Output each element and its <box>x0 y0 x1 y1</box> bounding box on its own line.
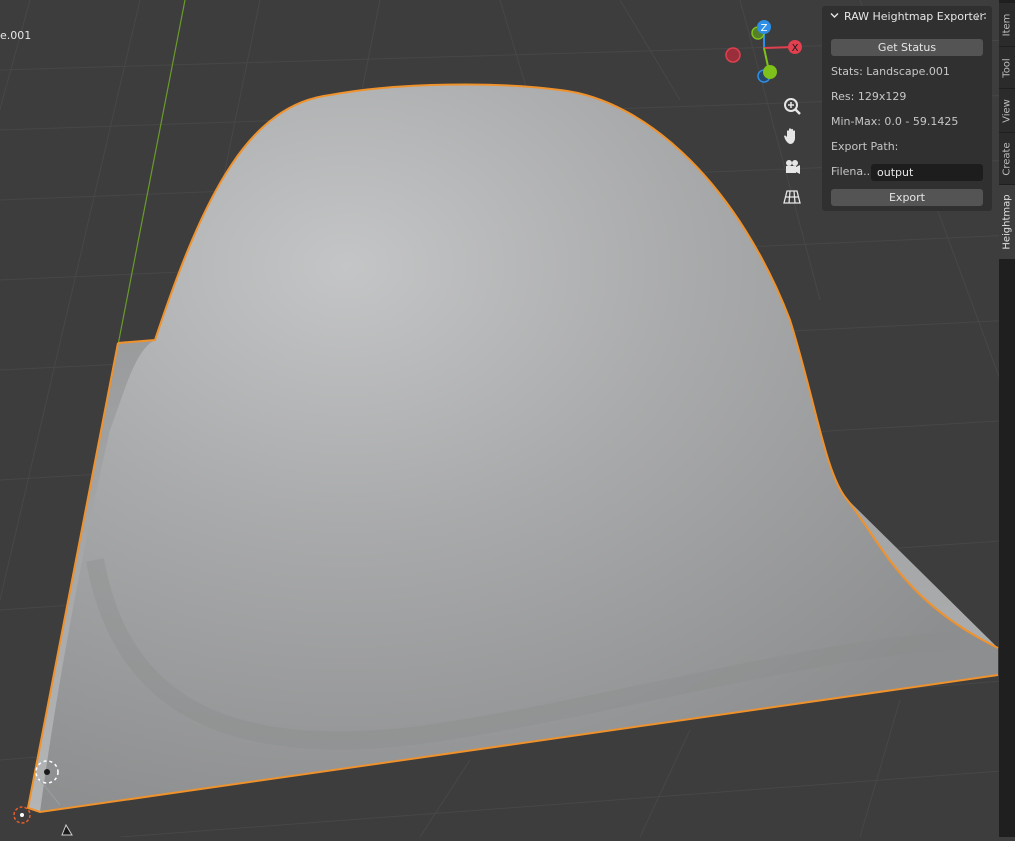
filename-input[interactable]: output <box>871 164 983 181</box>
camera-icon[interactable] <box>780 155 804 179</box>
stats-text: Stats: Landscape.001 <box>831 65 950 78</box>
hand-pan-icon[interactable] <box>780 124 804 148</box>
x-axis-label: X <box>792 43 799 54</box>
sidebar-tabs: Item Tool View Create Heightmap <box>999 0 1015 837</box>
chevron-down-icon[interactable] <box>829 10 840 21</box>
export-button[interactable]: Export <box>831 189 983 206</box>
tab-tool[interactable]: Tool <box>999 46 1015 89</box>
zoom-icon[interactable] <box>780 94 804 118</box>
get-status-button[interactable]: Get Status <box>831 39 983 56</box>
min-max-text: Min-Max: 0.0 - 59.1425 <box>831 115 959 128</box>
tab-create[interactable]: Create <box>999 132 1015 185</box>
tab-heightmap[interactable]: Heightmap <box>999 184 1015 259</box>
filename-label: Filena... <box>831 165 874 178</box>
drag-grip-icon[interactable] <box>976 13 986 19</box>
tab-heightmap-label: Heightmap <box>1001 194 1013 250</box>
tab-create-label: Create <box>1001 142 1013 176</box>
heightmap-exporter-panel: RAW Heightmap Exporter Get Status Stats:… <box>822 6 992 211</box>
tab-view[interactable]: View <box>999 88 1015 133</box>
y-axis-icon[interactable] <box>763 65 777 79</box>
z-axis-label: Z <box>761 23 768 34</box>
navigation-gizmo[interactable]: Z X <box>722 16 810 88</box>
tab-item-label: Item <box>1001 13 1013 37</box>
perspective-grid-icon[interactable] <box>780 185 804 209</box>
tab-tool-label: Tool <box>1001 58 1013 78</box>
neg-x-axis-icon[interactable] <box>725 47 741 63</box>
panel-header[interactable]: RAW Heightmap Exporter <box>822 6 992 28</box>
object-name-label: e.001 <box>0 29 32 42</box>
panel-title: RAW Heightmap Exporter <box>844 10 985 23</box>
tab-view-label: View <box>1001 99 1013 123</box>
export-path-label: Export Path: <box>831 140 899 153</box>
tab-item[interactable]: Item <box>999 2 1015 47</box>
resolution-text: Res: 129x129 <box>831 90 907 103</box>
3d-viewport[interactable]: e.001 Z X RAW Heightmap Exporter Get Sta… <box>0 0 1015 838</box>
